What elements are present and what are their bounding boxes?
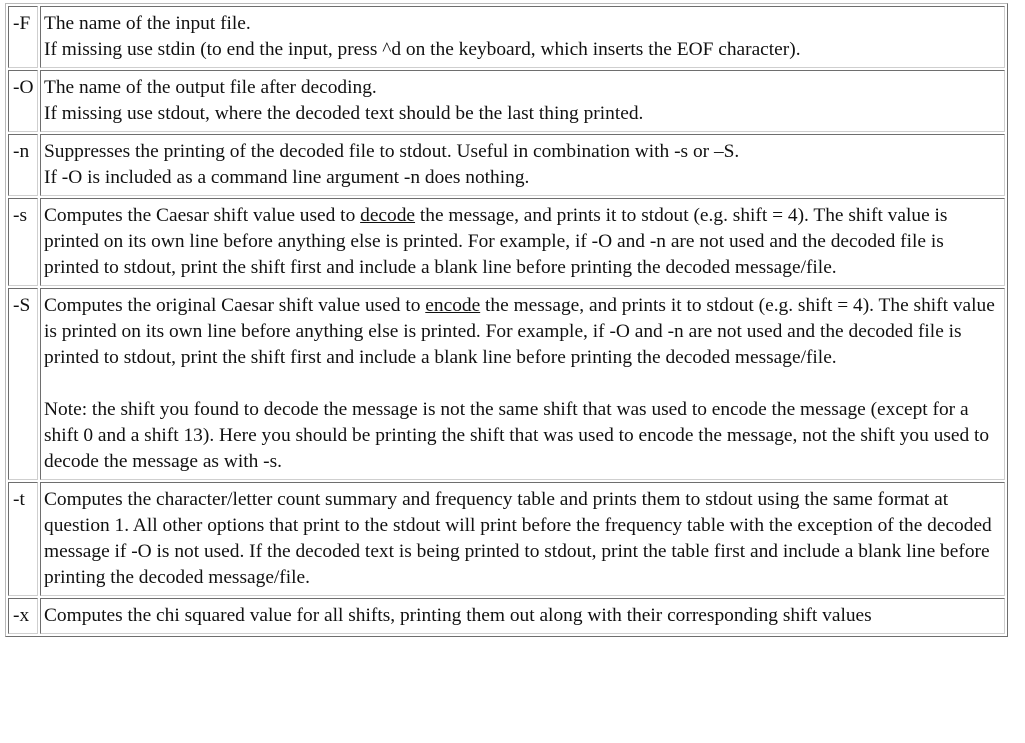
option-row-O: -O The name of the output file after dec…: [8, 70, 1005, 132]
option-row-s: -s Computes the Caesar shift value used …: [8, 198, 1005, 286]
underlined-word-decode: decode: [360, 205, 416, 226]
option-description: The name of the input file. If missing u…: [40, 6, 1005, 68]
option-row-t: -t Computes the character/letter count s…: [8, 482, 1005, 596]
option-flag: -S: [8, 288, 38, 480]
option-row-F: -F The name of the input file. If missin…: [8, 6, 1005, 68]
option-description: The name of the output file after decodi…: [40, 70, 1005, 132]
note-paragraph: Note: the shift you found to decode the …: [44, 399, 990, 472]
option-description: Computes the Caesar shift value used to …: [40, 198, 1005, 286]
option-description: Computes the character/letter count summ…: [40, 482, 1005, 596]
description-line: If missing use stdout, where the decoded…: [44, 103, 644, 124]
description-line: The name of the input file.: [44, 13, 251, 34]
description-line: If -O is included as a command line argu…: [44, 167, 530, 188]
option-flag: -n: [8, 134, 38, 196]
option-flag: -O: [8, 70, 38, 132]
option-description: Suppresses the printing of the decoded f…: [40, 134, 1005, 196]
options-table: -F The name of the input file. If missin…: [5, 3, 1008, 637]
option-description: Computes the original Caesar shift value…: [40, 288, 1005, 480]
description-line: If missing use stdin (to end the input, …: [44, 39, 801, 60]
description-line: The name of the output file after decodi…: [44, 77, 377, 98]
option-flag: -x: [8, 598, 38, 634]
option-row-x: -x Computes the chi squared value for al…: [8, 598, 1005, 634]
description-line: Suppresses the printing of the decoded f…: [44, 141, 740, 162]
description-text: Computes the Caesar shift value used to: [44, 205, 361, 226]
option-flag: -t: [8, 482, 38, 596]
option-flag: -F: [8, 6, 38, 68]
description-paragraph: Computes the original Caesar shift value…: [44, 293, 1001, 371]
description-text: Computes the original Caesar shift value…: [44, 295, 426, 316]
option-flag: -s: [8, 198, 38, 286]
option-description: Computes the chi squared value for all s…: [40, 598, 1005, 634]
underlined-word-encode: encode: [425, 295, 481, 316]
option-row-S: -S Computes the original Caesar shift va…: [8, 288, 1005, 480]
option-row-n: -n Suppresses the printing of the decode…: [8, 134, 1005, 196]
